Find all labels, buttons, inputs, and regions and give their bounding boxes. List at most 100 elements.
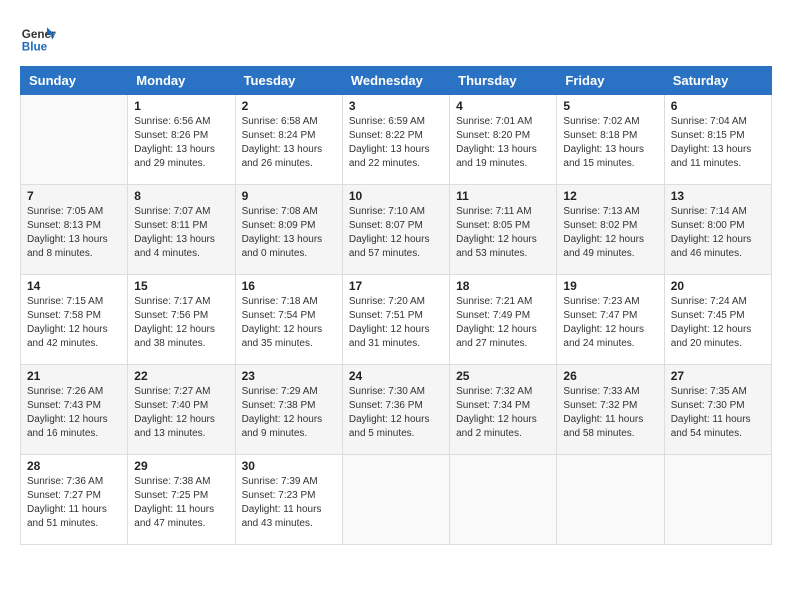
day-number: 7 <box>27 189 121 203</box>
day-info: Sunrise: 7:39 AM Sunset: 7:23 PM Dayligh… <box>242 475 336 531</box>
calendar-week-row: 21 Sunrise: 7:26 AM Sunset: 7:43 PM Dayli… <box>21 365 772 455</box>
calendar-day-cell: 28 Sunrise: 7:36 AM Sunset: 7:27 PM Dayli… <box>21 455 128 545</box>
calendar-day-cell: 26 Sunrise: 7:33 AM Sunset: 7:32 PM Dayli… <box>557 365 664 455</box>
calendar-week-row: 1 Sunrise: 6:56 AM Sunset: 8:26 PM Daylig… <box>21 95 772 185</box>
day-number: 1 <box>134 99 228 113</box>
calendar-day-cell: 12 Sunrise: 7:13 AM Sunset: 8:02 PM Dayli… <box>557 185 664 275</box>
calendar-day-cell: 23 Sunrise: 7:29 AM Sunset: 7:38 PM Dayli… <box>235 365 342 455</box>
day-info: Sunrise: 6:59 AM Sunset: 8:22 PM Dayligh… <box>349 115 443 171</box>
day-number: 12 <box>563 189 657 203</box>
day-info: Sunrise: 7:24 AM Sunset: 7:45 PM Dayligh… <box>671 295 765 351</box>
day-info: Sunrise: 7:23 AM Sunset: 7:47 PM Dayligh… <box>563 295 657 351</box>
day-info: Sunrise: 7:05 AM Sunset: 8:13 PM Dayligh… <box>27 205 121 261</box>
day-number: 10 <box>349 189 443 203</box>
day-number: 19 <box>563 279 657 293</box>
calendar-day-cell: 19 Sunrise: 7:23 AM Sunset: 7:47 PM Dayli… <box>557 275 664 365</box>
day-number: 24 <box>349 369 443 383</box>
day-number: 22 <box>134 369 228 383</box>
day-info: Sunrise: 7:07 AM Sunset: 8:11 PM Dayligh… <box>134 205 228 261</box>
day-number: 18 <box>456 279 550 293</box>
calendar-day-cell: 22 Sunrise: 7:27 AM Sunset: 7:40 PM Dayli… <box>128 365 235 455</box>
day-info: Sunrise: 7:21 AM Sunset: 7:49 PM Dayligh… <box>456 295 550 351</box>
day-number: 27 <box>671 369 765 383</box>
calendar-day-cell <box>342 455 449 545</box>
calendar-day-cell: 6 Sunrise: 7:04 AM Sunset: 8:15 PM Daylig… <box>664 95 771 185</box>
calendar-day-cell: 13Sunrise: 7:14 AM Sunset: 8:00 PM Dayli… <box>664 185 771 275</box>
day-number: 15 <box>134 279 228 293</box>
day-number: 28 <box>27 459 121 473</box>
day-info: Sunrise: 7:17 AM Sunset: 7:56 PM Dayligh… <box>134 295 228 351</box>
calendar-day-cell: 1 Sunrise: 6:56 AM Sunset: 8:26 PM Daylig… <box>128 95 235 185</box>
day-of-week-header: Wednesday <box>342 67 449 95</box>
calendar-day-cell: 7 Sunrise: 7:05 AM Sunset: 8:13 PM Daylig… <box>21 185 128 275</box>
calendar-day-cell: 4 Sunrise: 7:01 AM Sunset: 8:20 PM Daylig… <box>450 95 557 185</box>
day-info: Sunrise: 7:01 AM Sunset: 8:20 PM Dayligh… <box>456 115 550 171</box>
day-info: Sunrise: 7:38 AM Sunset: 7:25 PM Dayligh… <box>134 475 228 531</box>
calendar-day-cell: 21 Sunrise: 7:26 AM Sunset: 7:43 PM Dayli… <box>21 365 128 455</box>
day-info: Sunrise: 7:27 AM Sunset: 7:40 PM Dayligh… <box>134 385 228 441</box>
calendar-day-cell: 9Sunrise: 7:08 AM Sunset: 8:09 PM Daylig… <box>235 185 342 275</box>
page-header: General Blue <box>20 20 772 56</box>
calendar-day-cell: 25 Sunrise: 7:32 AM Sunset: 7:34 PM Dayli… <box>450 365 557 455</box>
day-number: 20 <box>671 279 765 293</box>
day-info: Sunrise: 7:15 AM Sunset: 7:58 PM Dayligh… <box>27 295 121 351</box>
day-info: Sunrise: 7:32 AM Sunset: 7:34 PM Dayligh… <box>456 385 550 441</box>
day-info: Sunrise: 7:13 AM Sunset: 8:02 PM Dayligh… <box>563 205 657 261</box>
day-info: Sunrise: 7:35 AM Sunset: 7:30 PM Dayligh… <box>671 385 765 441</box>
calendar-week-row: 14 Sunrise: 7:15 AM Sunset: 7:58 PM Dayli… <box>21 275 772 365</box>
day-info: Sunrise: 7:33 AM Sunset: 7:32 PM Dayligh… <box>563 385 657 441</box>
day-number: 5 <box>563 99 657 113</box>
day-number: 30 <box>242 459 336 473</box>
calendar-day-cell: 14 Sunrise: 7:15 AM Sunset: 7:58 PM Dayli… <box>21 275 128 365</box>
calendar-day-cell: 3Sunrise: 6:59 AM Sunset: 8:22 PM Daylig… <box>342 95 449 185</box>
day-info: Sunrise: 7:20 AM Sunset: 7:51 PM Dayligh… <box>349 295 443 351</box>
day-info: Sunrise: 6:56 AM Sunset: 8:26 PM Dayligh… <box>134 115 228 171</box>
calendar-day-cell <box>557 455 664 545</box>
day-of-week-header: Friday <box>557 67 664 95</box>
day-number: 21 <box>27 369 121 383</box>
calendar-day-cell: 10Sunrise: 7:10 AM Sunset: 8:07 PM Dayli… <box>342 185 449 275</box>
logo-icon: General Blue <box>20 20 56 56</box>
calendar-day-cell: 20 Sunrise: 7:24 AM Sunset: 7:45 PM Dayli… <box>664 275 771 365</box>
day-number: 25 <box>456 369 550 383</box>
day-number: 23 <box>242 369 336 383</box>
calendar-header-row: SundayMondayTuesdayWednesdayThursdayFrid… <box>21 67 772 95</box>
day-info: Sunrise: 7:14 AM Sunset: 8:00 PM Dayligh… <box>671 205 765 261</box>
day-number: 14 <box>27 279 121 293</box>
day-info: Sunrise: 7:36 AM Sunset: 7:27 PM Dayligh… <box>27 475 121 531</box>
day-number: 8 <box>134 189 228 203</box>
calendar-day-cell: 16 Sunrise: 7:18 AM Sunset: 7:54 PM Dayli… <box>235 275 342 365</box>
day-info: Sunrise: 7:26 AM Sunset: 7:43 PM Dayligh… <box>27 385 121 441</box>
day-of-week-header: Monday <box>128 67 235 95</box>
day-number: 16 <box>242 279 336 293</box>
calendar-day-cell: 27 Sunrise: 7:35 AM Sunset: 7:30 PM Dayli… <box>664 365 771 455</box>
day-number: 4 <box>456 99 550 113</box>
day-of-week-header: Thursday <box>450 67 557 95</box>
calendar-day-cell: 29 Sunrise: 7:38 AM Sunset: 7:25 PM Dayli… <box>128 455 235 545</box>
day-info: Sunrise: 7:29 AM Sunset: 7:38 PM Dayligh… <box>242 385 336 441</box>
svg-text:Blue: Blue <box>22 41 48 54</box>
day-number: 17 <box>349 279 443 293</box>
calendar-day-cell: 17 Sunrise: 7:20 AM Sunset: 7:51 PM Dayli… <box>342 275 449 365</box>
day-info: Sunrise: 7:18 AM Sunset: 7:54 PM Dayligh… <box>242 295 336 351</box>
day-number: 26 <box>563 369 657 383</box>
calendar-day-cell <box>21 95 128 185</box>
day-of-week-header: Saturday <box>664 67 771 95</box>
calendar-table: SundayMondayTuesdayWednesdayThursdayFrid… <box>20 66 772 545</box>
calendar-day-cell: 15 Sunrise: 7:17 AM Sunset: 7:56 PM Dayli… <box>128 275 235 365</box>
day-number: 9 <box>242 189 336 203</box>
calendar-week-row: 28 Sunrise: 7:36 AM Sunset: 7:27 PM Dayli… <box>21 455 772 545</box>
calendar-day-cell: 8 Sunrise: 7:07 AM Sunset: 8:11 PM Daylig… <box>128 185 235 275</box>
day-info: Sunrise: 6:58 AM Sunset: 8:24 PM Dayligh… <box>242 115 336 171</box>
day-number: 29 <box>134 459 228 473</box>
calendar-week-row: 7 Sunrise: 7:05 AM Sunset: 8:13 PM Daylig… <box>21 185 772 275</box>
day-info: Sunrise: 7:04 AM Sunset: 8:15 PM Dayligh… <box>671 115 765 171</box>
logo: General Blue <box>20 20 60 56</box>
calendar-day-cell: 5Sunrise: 7:02 AM Sunset: 8:18 PM Daylig… <box>557 95 664 185</box>
day-number: 6 <box>671 99 765 113</box>
calendar-day-cell: 2 Sunrise: 6:58 AM Sunset: 8:24 PM Daylig… <box>235 95 342 185</box>
day-of-week-header: Sunday <box>21 67 128 95</box>
calendar-day-cell <box>664 455 771 545</box>
calendar-day-cell: 30 Sunrise: 7:39 AM Sunset: 7:23 PM Dayli… <box>235 455 342 545</box>
day-number: 2 <box>242 99 336 113</box>
